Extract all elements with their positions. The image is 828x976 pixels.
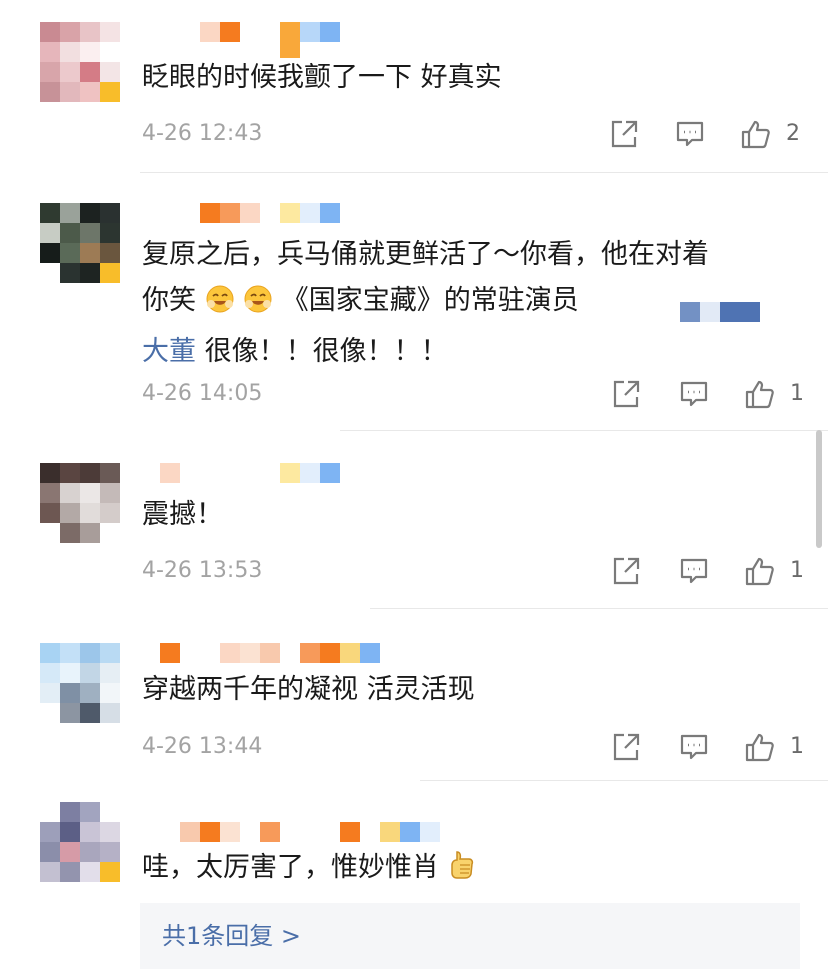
divider: [140, 172, 828, 173]
avatar[interactable]: [40, 203, 120, 283]
share-icon[interactable]: [610, 378, 642, 410]
like-count: 2: [786, 121, 800, 146]
avatar[interactable]: [40, 802, 120, 882]
comment-text: 哇，太厉害了，惟妙惟肖: [142, 845, 788, 896]
share-icon[interactable]: [608, 118, 640, 150]
comment-icon[interactable]: [674, 118, 706, 150]
like-icon[interactable]: [744, 378, 776, 410]
like-count: 1: [790, 734, 804, 759]
comment-time: 4-26 13:44: [142, 734, 263, 759]
username[interactable]: [140, 22, 440, 58]
comment-text: 穿越两千年的凝视 活灵活现: [142, 674, 475, 705]
share-icon[interactable]: [610, 555, 642, 587]
divider: [370, 608, 828, 609]
comment-item: 复原之后，兵马俑就更鲜活了～你看，他在对着 你笑 《国家宝藏》的常驻演员 大董 …: [0, 190, 828, 430]
smile-emoji-icon: [205, 283, 235, 329]
like-icon[interactable]: [744, 731, 776, 763]
username[interactable]: [140, 822, 440, 844]
avatar[interactable]: [40, 463, 120, 543]
like-count: 1: [790, 558, 804, 583]
comment-time: 4-26 13:53: [142, 558, 263, 583]
comment-meta: 4-26 14:05 1: [142, 377, 804, 411]
username[interactable]: [140, 203, 440, 225]
reply-expand-label: 共1条回复 >: [162, 922, 302, 950]
like-count: 1: [790, 381, 804, 406]
comment-icon[interactable]: [678, 378, 710, 410]
like-icon[interactable]: [744, 555, 776, 587]
scrollbar[interactable]: [816, 430, 822, 548]
comment-item: 眨眼的时候我颤了一下 好真实 4-26 12:43 2: [0, 0, 828, 190]
comment-text: 眨眼的时候我颤了一下 好真实: [142, 62, 502, 93]
avatar[interactable]: [40, 643, 120, 723]
reply-expand-button[interactable]: 共1条回复 >: [140, 903, 800, 969]
comment-time: 4-26 14:05: [142, 381, 263, 406]
comment-meta: 4-26 13:53 1: [142, 554, 804, 588]
comment-item: 穿越两千年的凝视 活灵活现 4-26 13:44 1: [0, 610, 828, 780]
comment-icon[interactable]: [678, 731, 710, 763]
comment-item: 震撼！ 4-26 13:53 1: [0, 430, 828, 610]
username[interactable]: [140, 643, 440, 665]
comment-item: 哇，太厉害了，惟妙惟肖 共1条回复 >: [0, 780, 828, 976]
comment-meta: 4-26 12:43 2: [142, 117, 800, 151]
avatar[interactable]: [40, 22, 120, 102]
like-icon[interactable]: [740, 118, 772, 150]
username[interactable]: [140, 463, 440, 485]
comment-time: 4-26 12:43: [142, 121, 263, 146]
smile-emoji-icon: [243, 283, 273, 329]
comment-text: 震撼！: [142, 499, 223, 530]
comment-icon[interactable]: [678, 555, 710, 587]
thumbs-up-emoji-icon: [448, 849, 476, 896]
share-icon[interactable]: [610, 731, 642, 763]
comment-meta: 4-26 13:44 1: [142, 730, 804, 764]
mention-link[interactable]: 大董: [142, 336, 196, 367]
blurred-mention: [680, 302, 760, 322]
